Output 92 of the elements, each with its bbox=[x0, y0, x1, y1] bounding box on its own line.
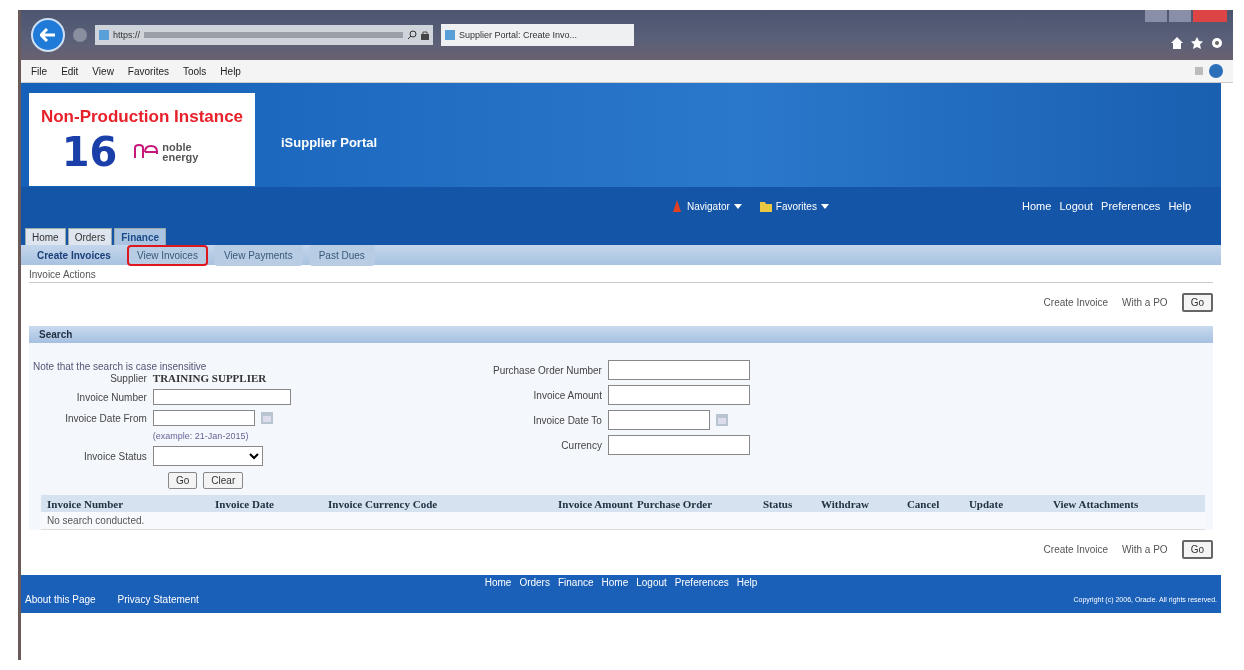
action-label: Create Invoice bbox=[1043, 544, 1109, 555]
go-button[interactable]: Go bbox=[1181, 293, 1213, 312]
field-label: Invoice Number bbox=[75, 391, 147, 403]
calendar-icon bbox=[260, 412, 273, 424]
lock-icon bbox=[421, 30, 429, 40]
field-label: Supplier bbox=[109, 372, 147, 384]
date-hint: (example: 21-Jan-2015) bbox=[152, 431, 250, 441]
field-label: Invoice Status bbox=[83, 450, 147, 462]
field-label: Invoice Date To bbox=[532, 414, 602, 426]
instance-number: 16 bbox=[61, 129, 118, 175]
subtab[interactable]: View Invoices bbox=[126, 244, 208, 266]
text-field[interactable] bbox=[152, 389, 291, 405]
action-option: With a PO bbox=[1122, 544, 1168, 555]
column-header: Purchase Order bbox=[636, 497, 714, 510]
column-header: Update bbox=[968, 497, 1005, 510]
caret-icon bbox=[733, 203, 742, 209]
nav-tab[interactable]: Finance bbox=[114, 228, 167, 245]
instance-label: Non-Production Instance bbox=[40, 107, 244, 127]
column-header: Cancel bbox=[906, 497, 941, 510]
menu-link[interactable]: Navigator bbox=[671, 200, 742, 212]
subtab[interactable]: View Payments bbox=[213, 244, 303, 266]
window-controls[interactable] bbox=[1145, 10, 1227, 22]
status-dropdown[interactable] bbox=[152, 446, 263, 466]
date-field[interactable] bbox=[607, 410, 710, 430]
footer-link[interactable]: Logout bbox=[636, 577, 667, 588]
app-title: iSupplier Portal bbox=[281, 135, 378, 150]
nav-tab[interactable]: Home bbox=[25, 228, 66, 245]
field-label: Currency bbox=[560, 439, 602, 451]
footer-link[interactable]: Home bbox=[601, 577, 629, 588]
menu-link-label: Favorites bbox=[775, 200, 817, 212]
field-label: Purchase Order Number bbox=[493, 364, 602, 376]
text-field[interactable] bbox=[607, 360, 750, 380]
form-button[interactable]: Clear bbox=[203, 472, 244, 489]
forward-button[interactable] bbox=[73, 28, 87, 42]
global-link[interactable]: Home bbox=[1022, 200, 1052, 212]
folder-icon bbox=[759, 200, 772, 212]
column-header: Invoice Currency Code bbox=[328, 497, 439, 510]
tab-title: Supplier Portal: Create Invo... bbox=[459, 30, 578, 40]
caret-icon bbox=[820, 203, 829, 209]
column-header: Withdraw bbox=[820, 497, 870, 510]
search-icon bbox=[407, 30, 417, 40]
supplier-name: TRAINING SUPPLIER bbox=[152, 372, 268, 384]
home-icon bbox=[1171, 37, 1183, 49]
page-icon bbox=[99, 30, 109, 40]
global-link[interactable]: Preferences bbox=[1101, 200, 1161, 212]
address-text: https:// bbox=[113, 30, 140, 40]
address-bar[interactable]: https:// bbox=[95, 25, 433, 45]
action-label: Create Invoice bbox=[1043, 297, 1109, 308]
footer-link[interactable]: Home bbox=[484, 577, 512, 588]
browser-tab[interactable]: Supplier Portal: Create Invo... bbox=[441, 24, 634, 46]
field-label: Invoice Amount bbox=[532, 389, 602, 401]
menu-item[interactable]: Tools bbox=[183, 65, 207, 77]
footer-link[interactable]: Orders bbox=[519, 577, 550, 588]
footer-link[interactable]: Preferences bbox=[674, 577, 729, 588]
menu-link-label: Navigator bbox=[687, 200, 730, 212]
field-label: Invoice Date From bbox=[64, 412, 147, 424]
nav-tab[interactable]: Orders bbox=[67, 228, 113, 245]
back-arrow-icon bbox=[40, 28, 56, 42]
star-icon bbox=[1191, 37, 1203, 49]
menu-item[interactable]: View bbox=[92, 65, 114, 77]
subtab[interactable]: Create Invoices bbox=[27, 244, 121, 266]
column-header: Invoice Number bbox=[47, 497, 125, 510]
column-header: Invoice Date bbox=[215, 497, 275, 510]
global-link[interactable]: Help bbox=[1168, 200, 1191, 212]
footer-link[interactable]: Finance bbox=[557, 577, 594, 588]
calendar-icon bbox=[715, 414, 728, 426]
back-button[interactable] bbox=[31, 18, 65, 52]
section-title: Invoice Actions bbox=[29, 269, 1213, 283]
column-header: Invoice Amount bbox=[558, 497, 633, 510]
go-button[interactable]: Go bbox=[1181, 540, 1213, 559]
form-button[interactable]: Go bbox=[168, 472, 198, 489]
company-name: noble energy bbox=[162, 142, 200, 162]
footer-link[interactable]: About this Page bbox=[25, 594, 96, 605]
search-note: Note that the search is case insensitive bbox=[33, 361, 207, 372]
action-option: With a PO bbox=[1122, 297, 1168, 308]
footer-link[interactable]: Privacy Statement bbox=[117, 594, 199, 605]
global-link[interactable]: Logout bbox=[1059, 200, 1094, 212]
menu-item[interactable]: Edit bbox=[61, 65, 79, 77]
subtab[interactable]: Past Dues bbox=[308, 244, 375, 266]
company-logo-icon bbox=[133, 144, 160, 160]
menu-item[interactable]: Favorites bbox=[127, 65, 169, 77]
date-field[interactable] bbox=[152, 410, 255, 426]
text-field[interactable] bbox=[607, 435, 750, 455]
menu-link[interactable]: Favorites bbox=[759, 200, 829, 212]
menu-item[interactable]: File bbox=[31, 65, 48, 77]
text-field[interactable] bbox=[607, 385, 750, 405]
page-icon bbox=[445, 30, 455, 40]
search-header: Search bbox=[29, 326, 1213, 343]
column-header: Status bbox=[762, 497, 794, 510]
menu-item[interactable]: Help bbox=[220, 65, 241, 77]
column-header: View Attachments bbox=[1052, 497, 1139, 510]
footer-link[interactable]: Help bbox=[736, 577, 758, 588]
